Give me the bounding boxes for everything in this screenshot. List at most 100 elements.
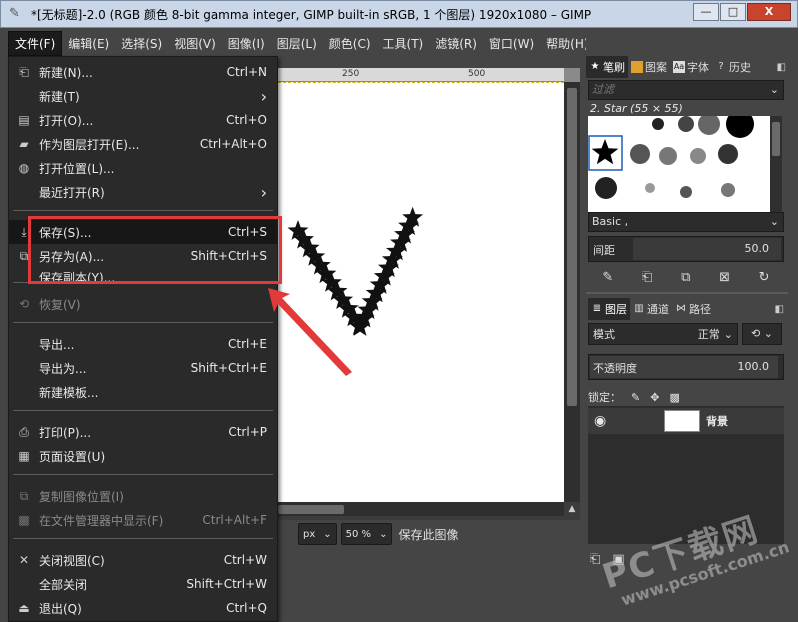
- minimize-button[interactable]: —: [693, 3, 719, 21]
- eye-icon[interactable]: ◉: [594, 413, 614, 429]
- navigate-icon[interactable]: ▲: [566, 504, 578, 516]
- brush-thumbnail[interactable]: [678, 116, 694, 132]
- scrollbar-thumb[interactable]: [278, 505, 344, 514]
- status-message: 保存此图像: [398, 527, 459, 542]
- menu-6[interactable]: 颜色(C): [323, 32, 377, 55]
- file-menu-item[interactable]: ⏏ 退出(Q) Ctrl+Q: [9, 596, 277, 620]
- paths-icon: ⋈: [676, 303, 686, 314]
- delete-brush-icon[interactable]: ⊠: [719, 270, 730, 285]
- chevron-right-icon: ›: [260, 86, 267, 106]
- tab-label: 路径: [689, 303, 711, 316]
- refresh-icon[interactable]: ↻: [759, 270, 770, 285]
- menu-separator: [13, 322, 273, 323]
- brush-dock-tabs: ★ 笔刷 图案 Aa 字体 ? 历史 ◧: [586, 56, 788, 78]
- file-menu-item[interactable]: ⧉ 复制图像位置(I): [9, 484, 277, 508]
- menu-7[interactable]: 工具(T): [377, 32, 430, 55]
- brush-filter-input[interactable]: 过滤 ⌄: [588, 80, 784, 100]
- window-titlebar: ✎ *[无标题]-2.0 (RGB 颜色 8-bit gamma integer…: [0, 0, 798, 28]
- file-menu-item[interactable]: ⟲ 恢复(V): [9, 292, 277, 316]
- menu-9[interactable]: 窗口(W): [483, 32, 540, 55]
- file-menu-item[interactable]: 导出为... Shift+Ctrl+E: [9, 356, 277, 380]
- tab-history[interactable]: ? 历史: [712, 56, 754, 78]
- new-brush-icon[interactable]: ⎗: [642, 270, 652, 285]
- menu-2[interactable]: 选择(S): [115, 32, 168, 55]
- quick-mask-toggle[interactable]: [564, 68, 580, 82]
- menu-item-label: 恢复(V): [39, 297, 81, 312]
- file-menu-item[interactable]: 最近打开(R) ›: [9, 180, 277, 204]
- annotation-arrow: [268, 288, 352, 376]
- tab-paths[interactable]: ⋈ 路径: [672, 298, 714, 320]
- channels-icon: ▥: [634, 303, 644, 314]
- menu-3[interactable]: 视图(V): [168, 32, 222, 55]
- chevron-down-icon[interactable]: ⌄: [770, 81, 779, 99]
- edit-brush-icon[interactable]: ✎: [602, 270, 613, 285]
- brush-thumbnail[interactable]: [591, 139, 619, 165]
- file-menu-item[interactable]: ▦ 页面设置(U): [9, 444, 277, 468]
- brush-thumbnail[interactable]: [698, 113, 720, 135]
- vertical-scrollbar[interactable]: [564, 82, 580, 502]
- brush-scrollbar[interactable]: [770, 116, 782, 212]
- scrollbar-thumb[interactable]: [772, 122, 780, 156]
- tab-brushes[interactable]: ★ 笔刷: [586, 56, 628, 78]
- menu-0[interactable]: 文件(F): [8, 30, 63, 56]
- horizontal-scrollbar[interactable]: [278, 502, 564, 516]
- file-menu-item[interactable]: ▰ 作为图层打开(E)... Ctrl+Alt+O: [9, 132, 277, 156]
- copy-location-icon: ⧉: [19, 488, 29, 503]
- brush-thumbnail[interactable]: [645, 183, 655, 193]
- lock-alpha-icon[interactable]: ▩: [669, 391, 679, 404]
- tab-label: 通道: [647, 303, 669, 316]
- highlight-box: [28, 216, 282, 284]
- tab-layers[interactable]: ≣ 图层: [588, 298, 630, 320]
- menu-shortcut: Ctrl+W: [223, 553, 267, 567]
- file-menu-item[interactable]: ⎗ 新建(N)... Ctrl+N: [9, 60, 277, 84]
- duplicate-brush-icon[interactable]: ⧉: [681, 270, 690, 285]
- mode-label: 模式: [593, 328, 615, 341]
- file-menu-item[interactable]: ◍ 打开位置(L)...: [9, 156, 277, 180]
- tab-channels[interactable]: ▥ 通道: [630, 298, 672, 320]
- spacing-slider[interactable]: 间距 50.0: [588, 236, 784, 262]
- composite-mode-select[interactable]: ⟲ ⌄: [742, 323, 782, 345]
- dock-menu-icon[interactable]: ◧: [775, 304, 784, 315]
- brush-set-select[interactable]: Basic , ⌄: [588, 212, 784, 232]
- file-menu-item[interactable]: 全部关闭 Shift+Ctrl+W: [9, 572, 277, 596]
- tab-fonts[interactable]: Aa 字体: [670, 56, 712, 78]
- brush-thumbnail[interactable]: [630, 144, 650, 164]
- close-button[interactable]: X: [747, 3, 791, 21]
- unit-select[interactable]: px ⌄: [298, 523, 337, 545]
- brush-thumbnail[interactable]: [721, 183, 735, 197]
- file-menu-item[interactable]: ▤ 打开(O)... Ctrl+O: [9, 108, 277, 132]
- maximize-button[interactable]: □: [720, 3, 746, 21]
- brush-thumbnail[interactable]: [659, 147, 677, 165]
- file-menu-item[interactable]: 导出... Ctrl+E: [9, 332, 277, 356]
- menu-1[interactable]: 编辑(E): [62, 32, 115, 55]
- file-menu-item[interactable]: 新建模板...: [9, 380, 277, 404]
- file-menu-item[interactable]: 新建(T) ›: [9, 84, 277, 108]
- zoom-select[interactable]: 50 % ⌄: [340, 523, 393, 545]
- menu-5[interactable]: 图层(L): [271, 32, 323, 55]
- brush-thumbnail[interactable]: [690, 148, 706, 164]
- print-icon: ⎙: [19, 424, 29, 439]
- opacity-slider[interactable]: 不透明度 100.0: [588, 354, 784, 380]
- brush-grid[interactable]: [588, 110, 770, 212]
- tab-patterns[interactable]: 图案: [628, 56, 670, 78]
- dock-separator[interactable]: [586, 292, 788, 294]
- file-menu-item[interactable]: ▩ 在文件管理器中显示(F) Ctrl+Alt+F: [9, 508, 277, 532]
- layer-mode-select[interactable]: 模式 正常 ⌄: [588, 323, 738, 345]
- brush-thumbnail[interactable]: [595, 177, 617, 199]
- lock-pixels-icon[interactable]: ✎: [631, 391, 640, 404]
- brush-set-value: Basic ,: [592, 215, 629, 228]
- brush-thumbnail[interactable]: [718, 144, 738, 164]
- window-controls: — □ X: [692, 3, 791, 21]
- lock-position-icon[interactable]: ✥: [650, 391, 659, 404]
- location-icon: ◍: [18, 161, 30, 175]
- layer-row[interactable]: ◉ 背景: [588, 408, 784, 434]
- dock-menu-icon[interactable]: ◧: [777, 62, 786, 73]
- file-menu-item[interactable]: ⎙ 打印(P)... Ctrl+P: [9, 420, 277, 444]
- brush-thumbnail[interactable]: [680, 186, 692, 198]
- menu-8[interactable]: 滤镜(R): [429, 32, 483, 55]
- brush-thumbnail[interactable]: [726, 110, 754, 138]
- brush-thumbnail[interactable]: [652, 118, 664, 130]
- file-menu-item[interactable]: ✕ 关闭视图(C) Ctrl+W: [9, 548, 277, 572]
- menu-4[interactable]: 图像(I): [222, 32, 271, 55]
- scrollbar-thumb[interactable]: [567, 88, 577, 406]
